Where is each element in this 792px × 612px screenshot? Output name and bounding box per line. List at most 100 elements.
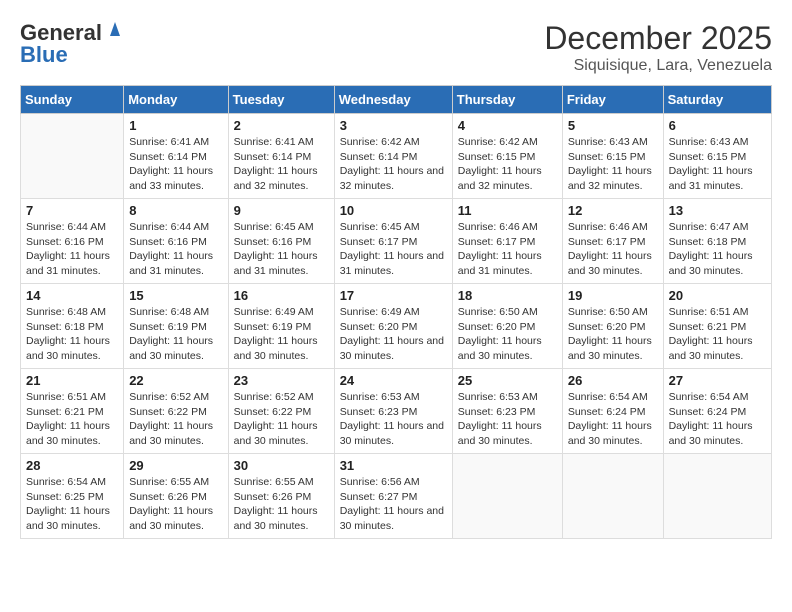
column-header-tuesday: Tuesday — [228, 86, 334, 114]
day-info: Sunrise: 6:41 AMSunset: 6:14 PMDaylight:… — [129, 135, 222, 194]
column-header-sunday: Sunday — [21, 86, 124, 114]
calendar-cell: 7 Sunrise: 6:44 AMSunset: 6:16 PMDaylight… — [21, 199, 124, 284]
calendar-cell: 3 Sunrise: 6:42 AMSunset: 6:14 PMDaylight… — [334, 114, 452, 199]
calendar-cell: 27 Sunrise: 6:54 AMSunset: 6:24 PMDayligh… — [663, 369, 771, 454]
day-number: 18 — [458, 288, 557, 303]
calendar-cell: 17Sunrise: 6:49 AMSunset: 6:20 PMDayligh… — [334, 284, 452, 369]
title-block: December 2025 Siquisique, Lara, Venezuel… — [544, 20, 772, 75]
calendar-cell — [21, 114, 124, 199]
calendar-cell: 18Sunrise: 6:50 AMSunset: 6:20 PMDayligh… — [452, 284, 562, 369]
column-header-saturday: Saturday — [663, 86, 771, 114]
calendar-cell: 10 Sunrise: 6:45 AMSunset: 6:17 PMDayligh… — [334, 199, 452, 284]
day-info: Sunrise: 6:51 AMSunset: 6:21 PMDaylight:… — [669, 305, 766, 364]
calendar-cell: 8 Sunrise: 6:44 AMSunset: 6:16 PMDaylight… — [124, 199, 228, 284]
calendar-cell: 9Sunrise: 6:45 AMSunset: 6:16 PMDaylight… — [228, 199, 334, 284]
calendar-week-row: 7 Sunrise: 6:44 AMSunset: 6:16 PMDaylight… — [21, 199, 772, 284]
calendar-cell: 11Sunrise: 6:46 AMSunset: 6:17 PMDayligh… — [452, 199, 562, 284]
calendar-header-row: SundayMondayTuesdayWednesdayThursdayFrid… — [21, 86, 772, 114]
day-number: 3 — [340, 118, 447, 133]
calendar-week-row: 21Sunrise: 6:51 AMSunset: 6:21 PMDayligh… — [21, 369, 772, 454]
day-info: Sunrise: 6:47 AMSunset: 6:18 PMDaylight:… — [669, 220, 766, 279]
calendar-cell: 13 Sunrise: 6:47 AMSunset: 6:18 PMDayligh… — [663, 199, 771, 284]
calendar-cell: 28 Sunrise: 6:54 AMSunset: 6:25 PMDayligh… — [21, 454, 124, 539]
day-number: 4 — [458, 118, 557, 133]
calendar-cell: 15Sunrise: 6:48 AMSunset: 6:19 PMDayligh… — [124, 284, 228, 369]
calendar-cell: 24 Sunrise: 6:53 AMSunset: 6:23 PMDayligh… — [334, 369, 452, 454]
calendar-cell: 16Sunrise: 6:49 AMSunset: 6:19 PMDayligh… — [228, 284, 334, 369]
day-info: Sunrise: 6:45 AMSunset: 6:17 PMDaylight:… — [340, 220, 447, 279]
day-number: 6 — [669, 118, 766, 133]
day-info: Sunrise: 6:43 AMSunset: 6:15 PMDaylight:… — [568, 135, 658, 194]
day-number: 13 — [669, 203, 766, 218]
calendar-table: SundayMondayTuesdayWednesdayThursdayFrid… — [20, 85, 772, 539]
day-info: Sunrise: 6:44 AMSunset: 6:16 PMDaylight:… — [26, 220, 118, 279]
day-info: Sunrise: 6:54 AMSunset: 6:24 PMDaylight:… — [669, 390, 766, 449]
day-info: Sunrise: 6:41 AMSunset: 6:14 PMDaylight:… — [234, 135, 329, 194]
calendar-cell: 23Sunrise: 6:52 AMSunset: 6:22 PMDayligh… — [228, 369, 334, 454]
day-number: 24 — [340, 373, 447, 388]
column-header-monday: Monday — [124, 86, 228, 114]
day-info: Sunrise: 6:55 AMSunset: 6:26 PMDaylight:… — [234, 475, 329, 534]
day-info: Sunrise: 6:43 AMSunset: 6:15 PMDaylight:… — [669, 135, 766, 194]
calendar-cell: 30Sunrise: 6:55 AMSunset: 6:26 PMDayligh… — [228, 454, 334, 539]
day-number: 14 — [26, 288, 118, 303]
day-number: 11 — [458, 203, 557, 218]
calendar-week-row: 28 Sunrise: 6:54 AMSunset: 6:25 PMDayligh… — [21, 454, 772, 539]
day-number: 12 — [568, 203, 658, 218]
day-info: Sunrise: 6:42 AMSunset: 6:14 PMDaylight:… — [340, 135, 447, 194]
calendar-cell: 26 Sunrise: 6:54 AMSunset: 6:24 PMDayligh… — [562, 369, 663, 454]
day-number: 23 — [234, 373, 329, 388]
calendar-cell: 2 Sunrise: 6:41 AMSunset: 6:14 PMDaylight… — [228, 114, 334, 199]
day-number: 25 — [458, 373, 557, 388]
day-number: 5 — [568, 118, 658, 133]
day-info: Sunrise: 6:50 AMSunset: 6:20 PMDaylight:… — [568, 305, 658, 364]
day-info: Sunrise: 6:52 AMSunset: 6:22 PMDaylight:… — [129, 390, 222, 449]
day-info: Sunrise: 6:48 AMSunset: 6:18 PMDaylight:… — [26, 305, 118, 364]
day-number: 2 — [234, 118, 329, 133]
month-title: December 2025 — [544, 20, 772, 57]
day-number: 28 — [26, 458, 118, 473]
day-number: 10 — [340, 203, 447, 218]
calendar-cell: 31Sunrise: 6:56 AMSunset: 6:27 PMDayligh… — [334, 454, 452, 539]
calendar-cell: 12 Sunrise: 6:46 AMSunset: 6:17 PMDayligh… — [562, 199, 663, 284]
day-info: Sunrise: 6:53 AMSunset: 6:23 PMDaylight:… — [340, 390, 447, 449]
calendar-cell: 20 Sunrise: 6:51 AMSunset: 6:21 PMDayligh… — [663, 284, 771, 369]
day-number: 26 — [568, 373, 658, 388]
day-number: 31 — [340, 458, 447, 473]
page-header: General Blue December 2025 Siquisique, L… — [20, 20, 772, 75]
day-info: Sunrise: 6:44 AMSunset: 6:16 PMDaylight:… — [129, 220, 222, 279]
calendar-cell: 29Sunrise: 6:55 AMSunset: 6:26 PMDayligh… — [124, 454, 228, 539]
day-info: Sunrise: 6:54 AMSunset: 6:24 PMDaylight:… — [568, 390, 658, 449]
day-info: Sunrise: 6:51 AMSunset: 6:21 PMDaylight:… — [26, 390, 118, 449]
logo: General Blue — [20, 20, 126, 68]
day-number: 27 — [669, 373, 766, 388]
day-number: 19 — [568, 288, 658, 303]
location-title: Siquisique, Lara, Venezuela — [544, 57, 772, 75]
calendar-cell — [452, 454, 562, 539]
day-number: 8 — [129, 203, 222, 218]
calendar-cell: 25 Sunrise: 6:53 AMSunset: 6:23 PMDayligh… — [452, 369, 562, 454]
calendar-week-row: 14 Sunrise: 6:48 AMSunset: 6:18 PMDayligh… — [21, 284, 772, 369]
column-header-wednesday: Wednesday — [334, 86, 452, 114]
day-info: Sunrise: 6:54 AMSunset: 6:25 PMDaylight:… — [26, 475, 118, 534]
day-number: 1 — [129, 118, 222, 133]
day-number: 7 — [26, 203, 118, 218]
calendar-cell: 5 Sunrise: 6:43 AMSunset: 6:15 PMDaylight… — [562, 114, 663, 199]
day-number: 16 — [234, 288, 329, 303]
day-info: Sunrise: 6:55 AMSunset: 6:26 PMDaylight:… — [129, 475, 222, 534]
calendar-cell — [562, 454, 663, 539]
day-info: Sunrise: 6:42 AMSunset: 6:15 PMDaylight:… — [458, 135, 557, 194]
logo-icon — [104, 18, 126, 40]
column-header-thursday: Thursday — [452, 86, 562, 114]
day-info: Sunrise: 6:53 AMSunset: 6:23 PMDaylight:… — [458, 390, 557, 449]
calendar-cell: 22Sunrise: 6:52 AMSunset: 6:22 PMDayligh… — [124, 369, 228, 454]
day-info: Sunrise: 6:49 AMSunset: 6:20 PMDaylight:… — [340, 305, 447, 364]
calendar-cell — [663, 454, 771, 539]
day-number: 20 — [669, 288, 766, 303]
day-number: 15 — [129, 288, 222, 303]
day-info: Sunrise: 6:45 AMSunset: 6:16 PMDaylight:… — [234, 220, 329, 279]
calendar-cell: 19 Sunrise: 6:50 AMSunset: 6:20 PMDayligh… — [562, 284, 663, 369]
calendar-cell: 21Sunrise: 6:51 AMSunset: 6:21 PMDayligh… — [21, 369, 124, 454]
day-info: Sunrise: 6:46 AMSunset: 6:17 PMDaylight:… — [568, 220, 658, 279]
calendar-cell: 14 Sunrise: 6:48 AMSunset: 6:18 PMDayligh… — [21, 284, 124, 369]
